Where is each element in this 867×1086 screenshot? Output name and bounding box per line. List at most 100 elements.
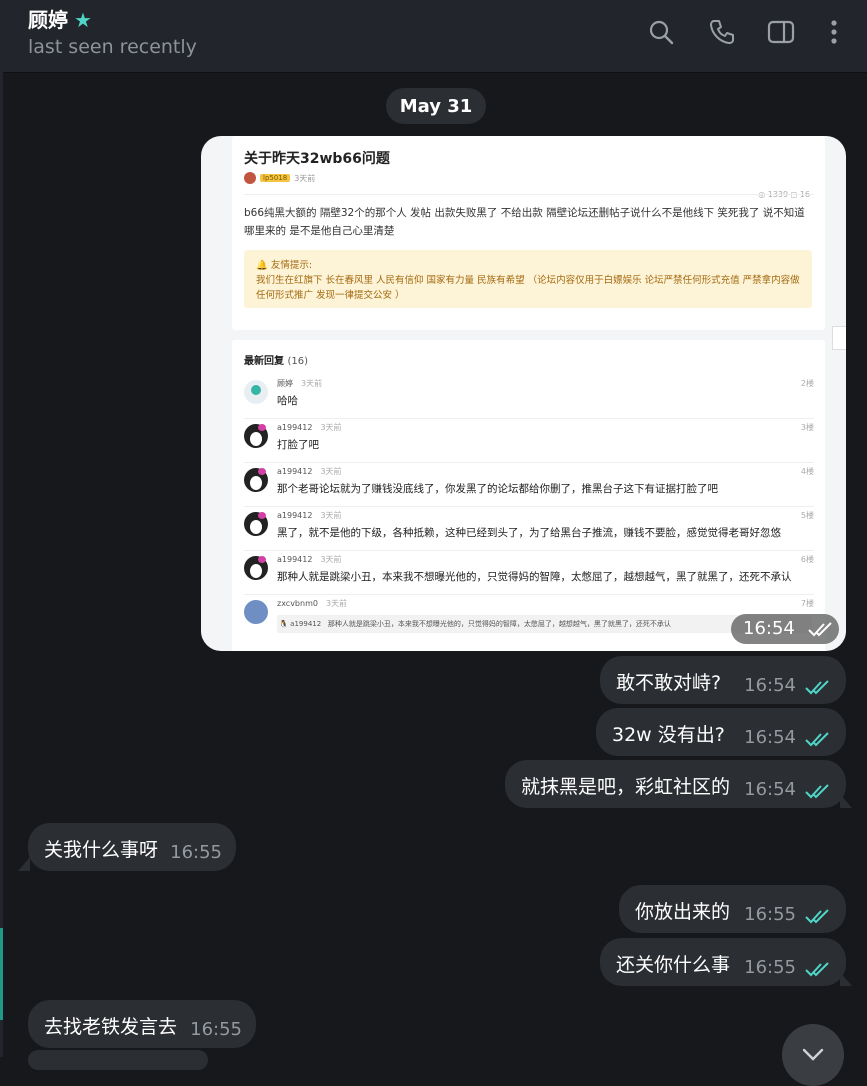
reply-content: 那个老哥论坛就为了赚钱没底线了，你发黑了的论坛都给你删了，推黑台子这下有证据打脸…	[277, 483, 718, 495]
bubble-tail	[18, 857, 30, 871]
reply-ago: 3天前	[325, 599, 348, 608]
image-message[interactable]: 关于昨天32wb66问题 lp5018 3天前 ◎ 1339 ◻ 16 b66纯…	[201, 136, 846, 651]
outgoing-message[interactable]: 还关你什么事 16:55	[600, 938, 846, 986]
search-icon[interactable]	[647, 18, 675, 46]
reply-floor: 6楼	[800, 555, 814, 564]
quote-user: a199412	[290, 620, 322, 628]
notice-body: 我们生在红旗下 长在春风里 人民有信仰 国家有力量 民族有希望 （论坛内容仅用于…	[256, 275, 800, 301]
penguin-avatar	[244, 424, 268, 448]
reply-ago: 3天前	[320, 555, 342, 564]
reply-item: a199412 3天前 3楼 打脸了吧	[244, 418, 814, 463]
phone-icon[interactable]	[708, 18, 736, 46]
reply-ago: 3天前	[301, 379, 323, 388]
double-check-icon	[808, 622, 832, 637]
reply-user-line: a199412 3天前	[277, 466, 342, 477]
reply-floor: 2楼	[800, 379, 814, 388]
reply-content: 黑了，就不是他的下级，各种抵赖，这种已经到头了，为了给黑台子推流，赚钱不要脸，感…	[277, 527, 781, 539]
reply-floor: 3楼	[800, 423, 814, 432]
reply-user: zxcvbnm0	[277, 599, 318, 608]
date-separator: May 31	[386, 88, 486, 124]
incoming-message-partial	[28, 1050, 208, 1070]
bubble-tail	[840, 794, 852, 808]
reply-user-line: a199412 3天前	[277, 510, 342, 521]
reply-item: a199412 3天前 6楼 那种人就是跳梁小丑，本来我不想曝光他的，只觉得妈的智…	[244, 550, 814, 595]
reply-user: 顾婷	[277, 379, 293, 388]
message-text: 还关你什么事	[616, 954, 731, 976]
double-check-icon	[805, 732, 829, 747]
avatar	[244, 600, 268, 624]
post-meta: lp5018 3天前	[244, 172, 315, 184]
reply-content: 打脸了吧	[277, 439, 319, 451]
chat-title[interactable]: 顾婷 ★	[28, 4, 92, 33]
message-time: 16:55	[170, 842, 222, 863]
reply-user: a199412	[277, 511, 313, 520]
reply-item: a199412 3天前 4楼 那个老哥论坛就为了赚钱没底线了，你发黑了的论坛都给你…	[244, 462, 814, 507]
post-title: 关于昨天32wb66问题	[244, 151, 390, 167]
message-text: 去找老铁发言去	[44, 1016, 178, 1038]
sidebar-toggle-icon[interactable]	[767, 18, 795, 46]
reply-item: zxcvbnm0 3天前 7楼 🐧 a199412 那种人就是跳梁小丑，本来我不想…	[244, 594, 814, 638]
double-check-icon	[805, 909, 829, 924]
double-check-icon	[805, 784, 829, 799]
divider	[244, 194, 814, 195]
notice-box: 🔔 友情提示: 我们生在红旗下 长在春风里 人民有信仰 国家有力量 民族有希望 …	[244, 250, 812, 308]
avatar	[244, 380, 268, 404]
post-ago: 3天前	[294, 173, 316, 183]
replies-label: 最新回复	[244, 356, 284, 367]
replies-header: 最新回复 (16)	[244, 352, 308, 367]
double-check-icon	[805, 962, 829, 977]
message-text: 关我什么事呀	[44, 839, 159, 861]
image-timestamp: 16:54	[731, 614, 839, 644]
star-icon: ★	[74, 8, 92, 32]
chat-header: 顾婷 ★ last seen recently	[0, 0, 867, 73]
reply-ago: 3天前	[320, 511, 342, 520]
message-time: 16:54	[743, 618, 795, 639]
author-tag: lp5018	[260, 174, 291, 182]
reply-item: 顾婷 3天前 2楼 哈哈	[244, 374, 814, 419]
reply-floor: 5楼	[800, 511, 814, 520]
penguin-avatar	[244, 556, 268, 580]
chat-name[interactable]: 顾婷	[28, 8, 68, 32]
reply-item: a199412 3天前 5楼 黑了，就不是他的下级，各种抵赖，这种已经到头了，为了…	[244, 506, 814, 551]
chevron-down-icon	[802, 1048, 824, 1061]
reply-ago: 3天前	[320, 467, 342, 476]
reply-user-line: a199412 3天前	[277, 422, 342, 433]
reply-user-line: a199412 3天前	[277, 554, 342, 565]
outgoing-message[interactable]: 就抹黑是吧，彩虹社区的 16:54	[505, 760, 846, 808]
reply-content: 那种人就是跳梁小丑，本来我不想曝光他的，只觉得妈的智障，太憋屈了，越想越气，黑了…	[277, 571, 792, 583]
incoming-message[interactable]: 去找老铁发言去 16:55	[28, 1000, 256, 1048]
reply-content: 哈哈	[277, 395, 298, 407]
reply-floor: 4楼	[800, 467, 814, 476]
reply-user: a199412	[277, 467, 313, 476]
message-time: 16:54	[744, 675, 796, 696]
bubble-tail	[840, 972, 852, 986]
scroll-down-button[interactable]	[782, 1024, 844, 1086]
chat-list-accent	[0, 928, 3, 1020]
penguin-avatar	[244, 468, 268, 492]
double-check-icon	[805, 680, 829, 695]
replies-count: (16)	[287, 356, 309, 367]
outgoing-message[interactable]: 32w 没有出? 16:54	[596, 708, 846, 756]
outgoing-message[interactable]: 敢不敢对峙? 16:54	[600, 656, 846, 704]
penguin-avatar	[244, 512, 268, 536]
message-text: 就抹黑是吧，彩虹社区的	[521, 776, 731, 798]
notice-title-text: 友情提示:	[270, 260, 313, 271]
message-time: 16:55	[190, 1019, 242, 1040]
reply-user-line: zxcvbnm0 3天前	[277, 598, 347, 609]
post-body: b66纯黑大额的 隔壁32个的那个人 发帖 出款失败黑了 不给出款 隔壁论坛还删…	[244, 207, 805, 237]
message-text: 敢不敢对峙?	[616, 672, 722, 694]
quote-text: 那种人就是跳梁小丑，本来我不想曝光他的，只觉得妈的智障，太憋屈了，越想越气，黑了…	[327, 620, 671, 628]
reply-ago: 3天前	[320, 423, 342, 432]
message-time: 16:55	[744, 957, 796, 978]
message-text: 你放出来的	[635, 901, 731, 923]
more-vert-icon[interactable]	[820, 18, 848, 46]
message-text: 32w 没有出?	[612, 724, 725, 746]
reply-floor: 7楼	[800, 599, 814, 608]
outgoing-message[interactable]: 你放出来的 16:55	[619, 885, 846, 933]
incoming-message[interactable]: 关我什么事呀 16:55	[28, 823, 236, 871]
message-time: 16:54	[744, 727, 796, 748]
reply-user-line: 顾婷 3天前	[277, 378, 322, 389]
reply-user: a199412	[277, 555, 313, 564]
author-avatar	[244, 172, 256, 184]
side-widget	[832, 326, 846, 350]
